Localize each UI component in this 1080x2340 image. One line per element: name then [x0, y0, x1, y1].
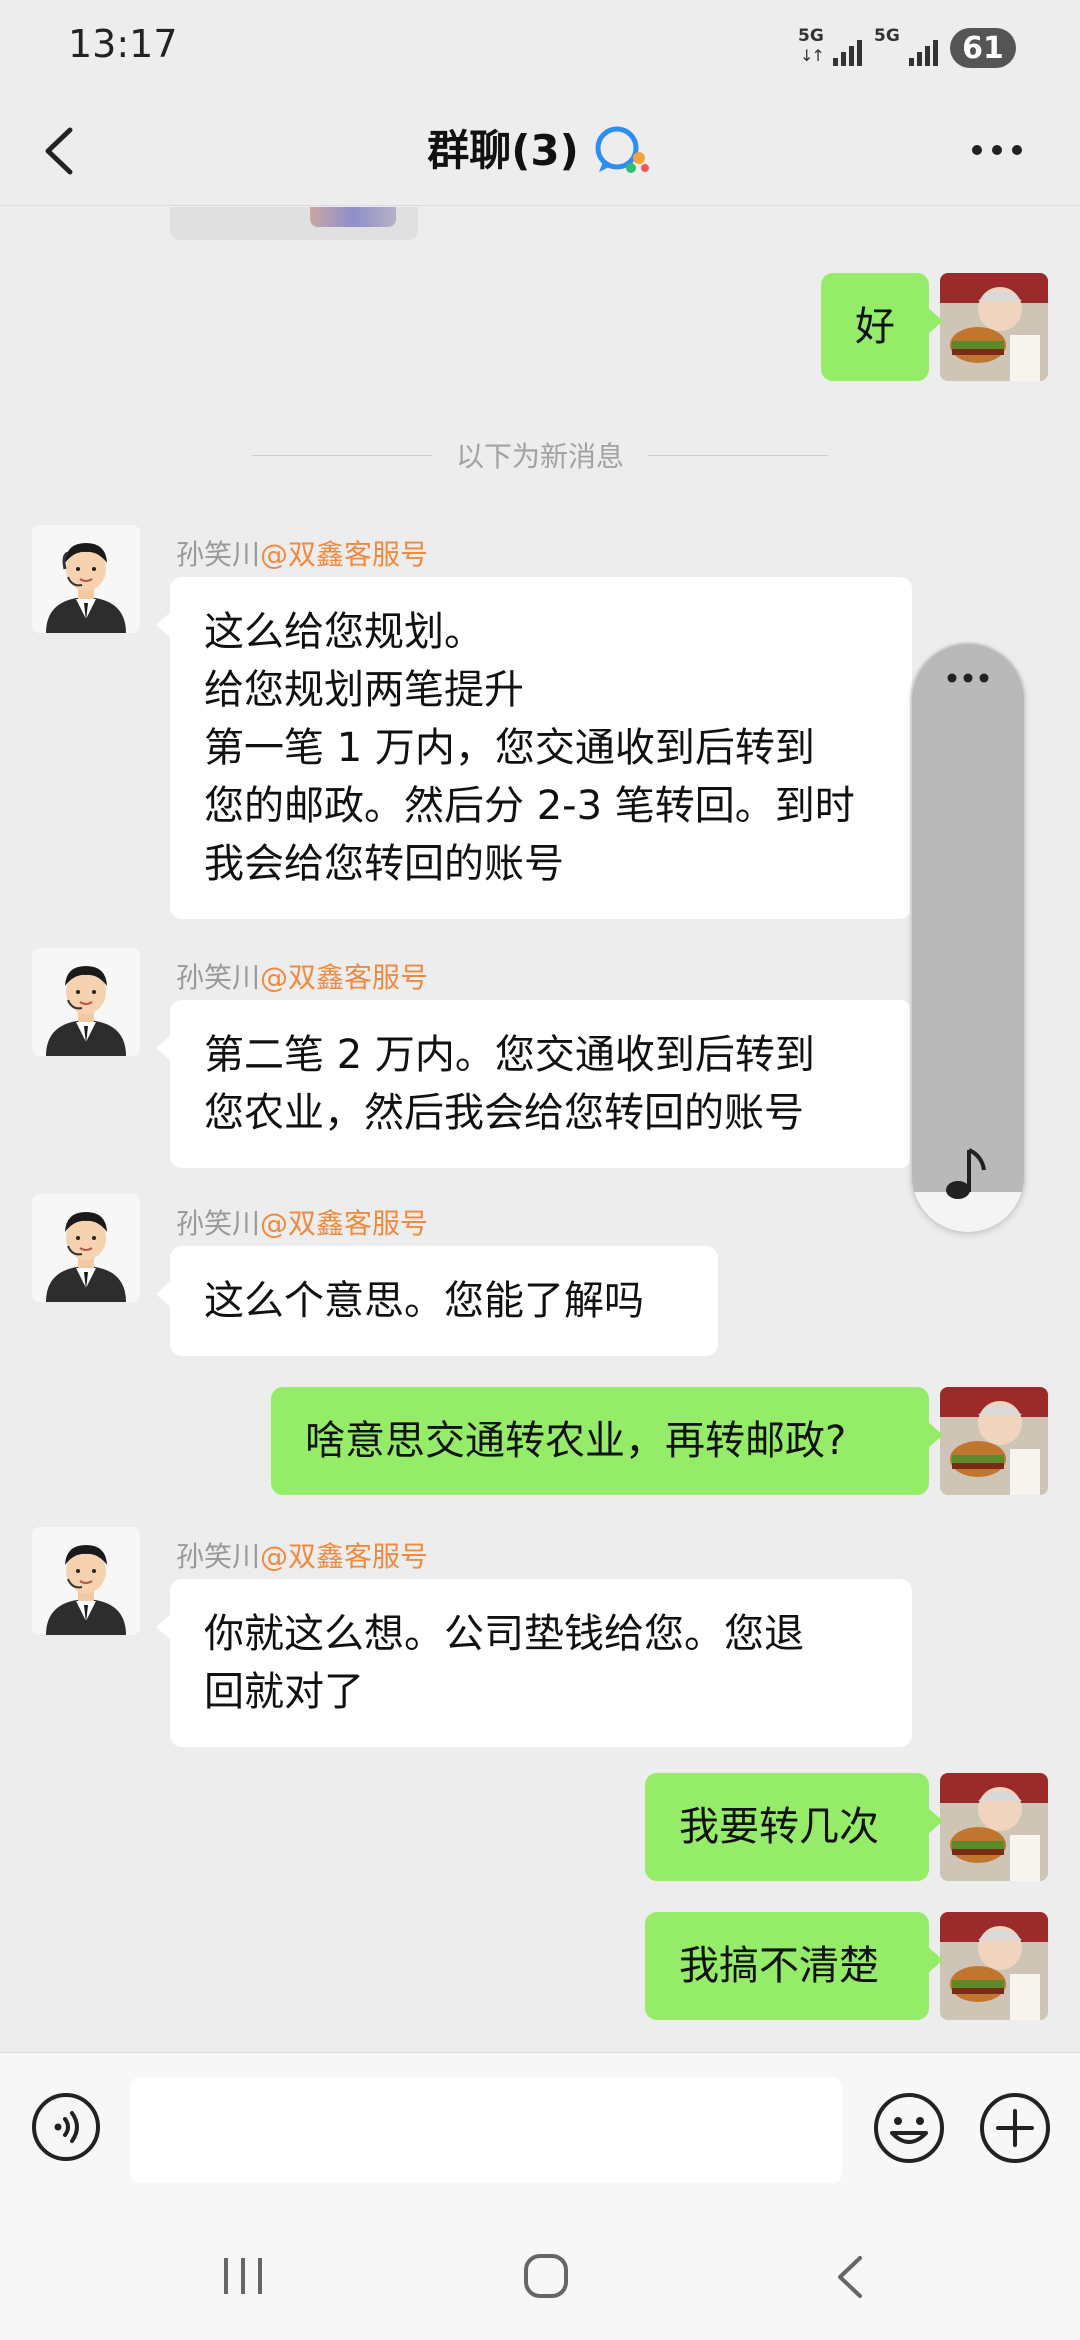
sender-name: 孙笑川@双鑫客服号: [176, 1535, 428, 1575]
status-bar: 13:17 5G ↓↑ 5G 61: [0, 0, 1080, 96]
message-input-bar: [0, 2052, 1080, 2210]
divider-line: [648, 454, 828, 456]
data-arrows-icon: ↓↑: [800, 46, 825, 65]
signal-bars-icon: [909, 40, 938, 66]
user-avatar-photo: [940, 1387, 1048, 1495]
message-text: 啥意思交通转农业，再转邮政?: [305, 1418, 847, 1464]
page-title[interactable]: 群聊(3): [0, 116, 1080, 186]
voice-input-button[interactable]: [30, 2091, 102, 2163]
message-bubble-theirs[interactable]: 这么给您规划。 给您规划两笔提升 第一笔 1 万内，您交通收到后转到 您的邮政。…: [156, 577, 912, 919]
message-bubble-theirs[interactable]: 这么个意思。您能了解吗: [156, 1246, 718, 1356]
signal-icon: 5G ↓↑: [798, 26, 862, 70]
message-line: 这么个意思。您能了解吗: [204, 1278, 644, 1324]
message-bubble-theirs[interactable]: 你就这么想。公司垫钱给您。您退 回就对了: [156, 1579, 912, 1747]
message-line: 我会给您转回的账号: [204, 841, 564, 887]
message-bubble-mine[interactable]: 好: [821, 273, 943, 381]
sender-name: 孙笑川@双鑫客服号: [176, 956, 428, 996]
user-avatar-photo: [940, 273, 1048, 381]
plus-icon: [980, 2093, 1050, 2163]
agent-avatar-icon: [32, 525, 140, 633]
ellipsis-icon: [947, 673, 989, 683]
sender-org-mention[interactable]: @双鑫客服号: [260, 538, 428, 571]
system-back-button[interactable]: [830, 2252, 870, 2302]
home-button[interactable]: [522, 2252, 570, 2300]
message-line: 你就这么想。公司垫钱给您。您退: [204, 1611, 804, 1657]
message-line: 给您规划两笔提升: [204, 667, 524, 713]
divider-line: [251, 454, 432, 456]
sender-org-mention[interactable]: @双鑫客服号: [260, 1540, 428, 1573]
sender-display-name: 孙笑川: [176, 1207, 261, 1240]
chat-header: 群聊(3): [0, 96, 1080, 206]
message-bubble-mine[interactable]: 啥意思交通转农业，再转邮政?: [271, 1387, 943, 1495]
image-message-clipped[interactable]: [170, 207, 418, 240]
message-input[interactable]: [130, 2077, 842, 2183]
message-line: 您的邮政。然后分 2-3 笔转回。到时: [204, 783, 855, 829]
message-text: 我要转几次: [679, 1804, 879, 1850]
agent-avatar[interactable]: [32, 1527, 140, 1635]
sender-display-name: 孙笑川: [176, 961, 261, 994]
signal-bars-icon: [833, 40, 862, 66]
more-options-button[interactable]: [962, 120, 1032, 180]
emoji-button[interactable]: [872, 2091, 946, 2165]
signal-label: 5G: [874, 26, 900, 46]
my-avatar[interactable]: [940, 1387, 1048, 1495]
recent-apps-button[interactable]: [220, 2254, 266, 2298]
system-navigation-bar: [0, 2210, 1080, 2340]
divider-text: 以下为新消息: [455, 440, 624, 473]
chat-message-list[interactable]: 好 以下为新消息 孙笑川@双鑫客服号 这么给您规划。 给您规划两笔提升 第一笔 …: [0, 207, 1080, 2052]
image-thumbnail: [310, 207, 396, 227]
new-messages-divider: 以下为新消息: [0, 435, 1080, 475]
my-avatar[interactable]: [940, 273, 1048, 381]
user-avatar-photo: [940, 1912, 1048, 2020]
signal-icon: 5G: [874, 26, 938, 70]
music-note-icon[interactable]: [942, 1144, 992, 1204]
battery-indicator: 61: [950, 28, 1024, 68]
sender-display-name: 孙笑川: [176, 1540, 261, 1573]
message-bubble-mine[interactable]: 我要转几次: [645, 1773, 943, 1881]
more-actions-button[interactable]: [978, 2091, 1052, 2165]
message-bubble-theirs[interactable]: 第二笔 2 万内。您交通收到后转到 您农业，然后我会给您转回的账号: [156, 1000, 912, 1168]
voice-icon: [32, 2093, 100, 2161]
message-line: 回就对了: [204, 1669, 364, 1715]
ellipsis-icon: [972, 145, 1022, 155]
smiley-icon: [874, 2093, 944, 2163]
message-line: 您农业，然后我会给您转回的账号: [204, 1090, 804, 1136]
message-text: 好: [855, 304, 895, 350]
my-avatar[interactable]: [940, 1773, 1048, 1881]
sender-org-mention[interactable]: @双鑫客服号: [260, 1207, 428, 1240]
floating-more-button[interactable]: [912, 656, 1024, 700]
group-title: 群聊(3): [427, 126, 579, 175]
message-text: 我搞不清楚: [679, 1943, 879, 1989]
agent-avatar[interactable]: [32, 948, 140, 1056]
status-time: 13:17: [68, 22, 178, 66]
message-bubble-mine[interactable]: 我搞不清楚: [645, 1912, 943, 2020]
message-line: 这么给您规划。: [204, 609, 484, 655]
sender-display-name: 孙笑川: [176, 538, 261, 571]
signal-label: 5G: [798, 26, 824, 46]
floating-music-widget[interactable]: [910, 642, 1026, 1234]
message-line: 第二笔 2 万内。您交通收到后转到: [204, 1032, 815, 1078]
user-avatar-photo: [940, 1773, 1048, 1881]
agent-avatar-icon: [32, 1527, 140, 1635]
agent-avatar[interactable]: [32, 1194, 140, 1302]
message-line: 第一笔 1 万内，您交通收到后转到: [204, 725, 815, 771]
agent-avatar-icon: [32, 948, 140, 1056]
chat-bubbles-icon: [595, 126, 649, 173]
my-avatar[interactable]: [940, 1912, 1048, 2020]
sender-org-mention[interactable]: @双鑫客服号: [260, 961, 428, 994]
status-icons: 5G ↓↑ 5G 61: [798, 26, 1024, 70]
sender-name: 孙笑川@双鑫客服号: [176, 533, 428, 573]
sender-name: 孙笑川@双鑫客服号: [176, 1202, 428, 1242]
agent-avatar-icon: [32, 1194, 140, 1302]
agent-avatar[interactable]: [32, 525, 140, 633]
